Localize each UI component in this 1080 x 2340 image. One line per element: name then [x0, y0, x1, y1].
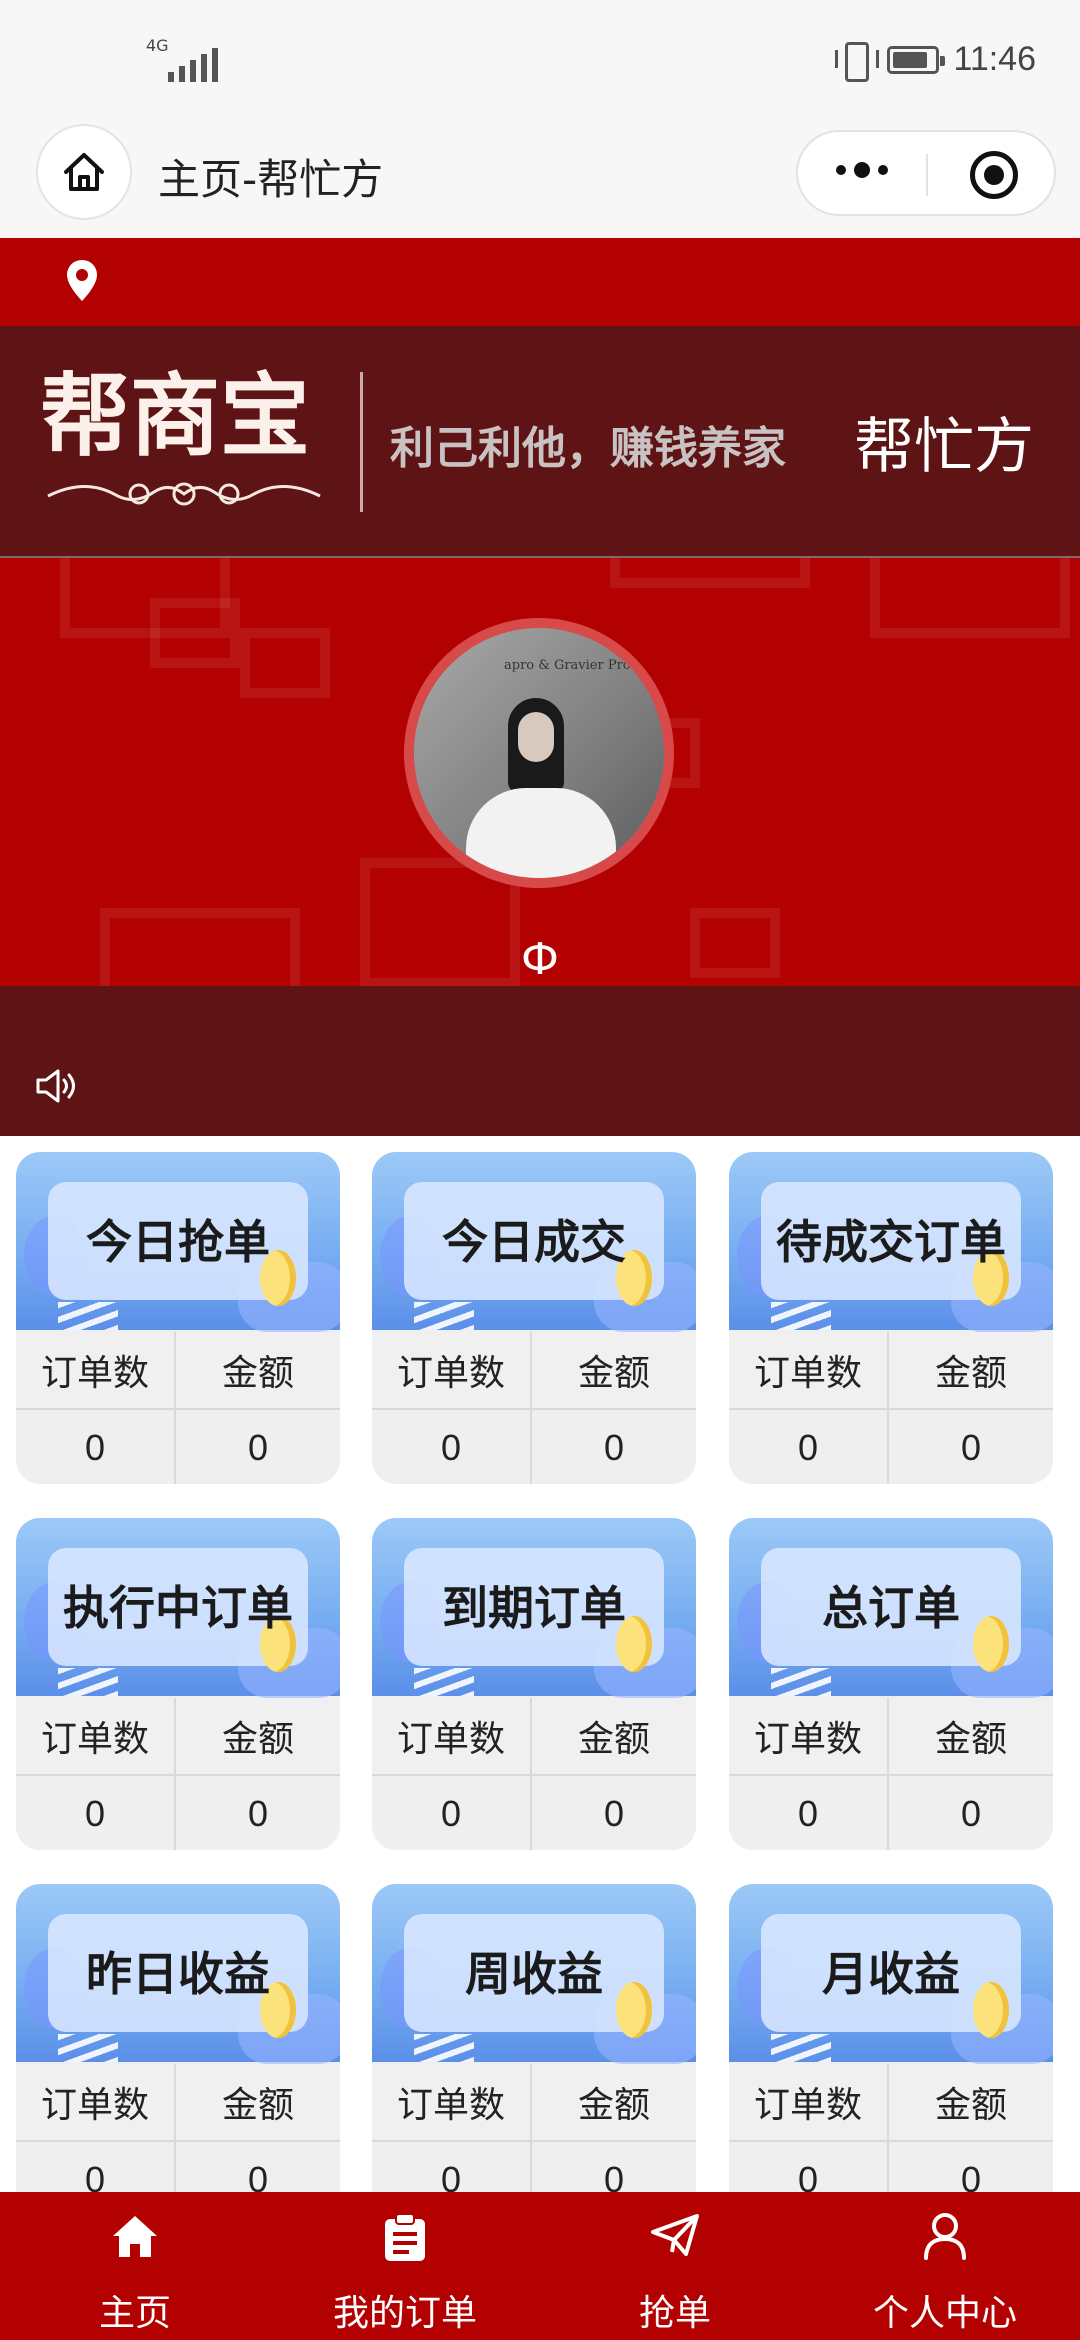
count-value: 0 — [729, 1410, 889, 1484]
user-icon — [924, 2213, 966, 2260]
tab-profile[interactable]: 个人中心 — [810, 2192, 1080, 2340]
amount-value: 0 — [603, 1427, 625, 1468]
count-value: 0 — [729, 1776, 889, 1850]
count-label: 订单数 — [16, 1698, 176, 1774]
vibrate-icon — [835, 41, 880, 82]
capsule-divider — [926, 154, 928, 196]
stat-card-total[interactable]: 总订单 订单数 金额 0 0 — [729, 1518, 1053, 1850]
count-value: 0 — [372, 1776, 532, 1850]
card-title: 今日抢单 — [86, 1215, 270, 1269]
count-value: 0 — [16, 2142, 176, 2192]
card-title: 到期订单 — [442, 1581, 626, 1635]
stat-card-yesterday-income[interactable]: 昨日收益 订单数 金额 0 0 — [16, 1884, 340, 2192]
card-title: 昨日收益 — [86, 1947, 270, 2001]
tab-label: 抢单 — [638, 2293, 711, 2334]
tab-label: 我的订单 — [332, 2293, 477, 2334]
count-label: 订单数 — [729, 2064, 889, 2140]
amount-label: 金额 — [934, 1719, 1007, 1760]
notice-bar — [0, 986, 1080, 1136]
location-pin-icon[interactable] — [64, 258, 100, 304]
amount-value: 0 — [603, 2159, 625, 2192]
logo-text: 帮商宝 — [40, 363, 310, 469]
amount-label: 金额 — [221, 1719, 294, 1760]
card-title: 执行中订单 — [63, 1581, 293, 1635]
home-button[interactable] — [36, 124, 132, 220]
stat-card-expired[interactable]: 到期订单 订单数 金额 0 0 — [372, 1518, 696, 1850]
location-bar — [0, 238, 1080, 326]
count-label: 订单数 — [372, 1698, 532, 1774]
card-title: 周收益 — [465, 1947, 603, 2001]
clipboard-icon — [385, 2213, 425, 2261]
count-label: 订单数 — [729, 1698, 889, 1774]
profile-section: apro & Gravier Pro Ф — [0, 558, 1080, 986]
amount-label: 金额 — [221, 2085, 294, 2126]
ornament-icon — [47, 482, 321, 506]
battery-icon — [887, 45, 946, 74]
count-value: 0 — [16, 1410, 176, 1484]
amount-value: 0 — [247, 2159, 269, 2192]
stats-grid: 今日抢单 订单数 金额 00 今日成交 订单数 金额 00 待成交订单 订单数 金额 … — [0, 1136, 1080, 2192]
count-label: 订单数 — [372, 2064, 532, 2140]
tab-label: 主页 — [98, 2293, 171, 2334]
count-label: 订单数 — [16, 2064, 176, 2140]
speaker-icon — [36, 1069, 75, 1103]
tab-label: 个人中心 — [872, 2293, 1017, 2334]
status-bar: 4G 11:46 — [0, 0, 1080, 120]
amount-value: 0 — [960, 1427, 982, 1468]
count-value: 0 — [729, 2142, 889, 2192]
more-button[interactable] — [836, 162, 888, 178]
home-icon — [113, 2216, 157, 2257]
amount-label: 金额 — [934, 1353, 1007, 1394]
paper-plane-icon — [651, 2214, 699, 2256]
card-title: 月收益 — [822, 1947, 960, 2001]
card-title: 今日成交 — [442, 1215, 626, 1269]
brand-name: 帮忙方 — [854, 412, 1034, 482]
tab-my-orders[interactable]: 我的订单 — [270, 2192, 540, 2340]
user-nickname: Ф — [521, 934, 559, 985]
title-bar: 主页-帮忙方 — [0, 120, 1080, 238]
amount-label: 金额 — [577, 2085, 650, 2126]
count-label: 订单数 — [729, 1332, 889, 1408]
amount-value: 0 — [960, 2159, 982, 2192]
count-label: 订单数 — [16, 1332, 176, 1408]
stat-card-week-income[interactable]: 周收益 订单数 金额 0 0 — [372, 1884, 696, 2192]
close-button[interactable] — [970, 151, 1018, 199]
bottom-tab-bar: 主页 我的订单 抢单 个人中心 — [0, 2192, 1080, 2340]
home-icon — [64, 153, 104, 191]
signal-bars-icon — [168, 48, 218, 82]
count-value: 0 — [372, 2142, 532, 2192]
miniprogram-capsule — [796, 130, 1056, 216]
brand-slogan: 利己利他，赚钱养家 — [390, 423, 786, 474]
network-type: 4G — [146, 36, 169, 55]
stat-card-in-progress[interactable]: 执行中订单 订单数 金额 0 0 — [16, 1518, 340, 1850]
brand-banner: 帮商宝 利己利他，赚钱养家 帮忙方 — [0, 326, 1080, 558]
amount-label: 金额 — [577, 1353, 650, 1394]
count-label: 订单数 — [372, 1332, 532, 1408]
count-value: 0 — [16, 1776, 176, 1850]
amount-value: 0 — [603, 1793, 625, 1834]
stat-card-month-income[interactable]: 月收益 订单数 金额 0 0 — [729, 1884, 1053, 2192]
status-time: 11:46 — [953, 40, 1036, 78]
signal-indicator: 4G — [146, 36, 218, 82]
amount-label: 金额 — [934, 2085, 1007, 2126]
amount-value: 0 — [247, 1793, 269, 1834]
stat-card-today-grab[interactable]: 今日抢单 订单数 金额 0 0 — [16, 1152, 340, 1484]
amount-value: 0 — [247, 1427, 269, 1468]
count-value: 0 — [372, 1410, 532, 1484]
amount-label: 金额 — [577, 1719, 650, 1760]
page-title: 主页-帮忙方 — [158, 155, 384, 204]
stat-card-today-deal[interactable]: 今日成交 订单数 金额 0 0 — [372, 1152, 696, 1484]
avatar[interactable]: apro & Gravier Pro — [404, 618, 674, 888]
amount-value: 0 — [960, 1793, 982, 1834]
brand-logo: 帮商宝 — [40, 366, 340, 516]
card-title: 总订单 — [822, 1581, 960, 1635]
tab-home[interactable]: 主页 — [0, 2192, 270, 2340]
tab-grab-order[interactable]: 抢单 — [540, 2192, 810, 2340]
stat-card-pending[interactable]: 待成交订单 订单数 金额 0 0 — [729, 1152, 1053, 1484]
amount-label: 金额 — [221, 1353, 294, 1394]
banner-divider — [360, 372, 363, 512]
card-title: 待成交订单 — [776, 1215, 1006, 1269]
